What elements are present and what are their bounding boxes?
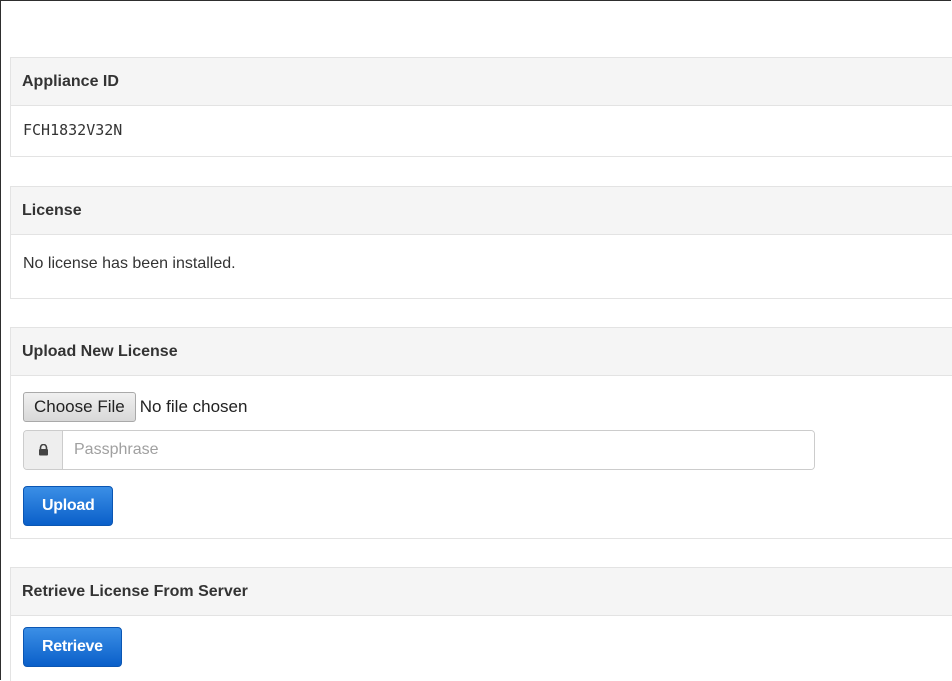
file-picker: Choose File No file chosen <box>23 392 247 422</box>
retrieve-license-panel: Retrieve License From Server Retrieve <box>10 567 952 681</box>
upload-button[interactable]: Upload <box>23 486 114 526</box>
license-body: No license has been installed. <box>11 235 952 293</box>
license-panel: License No license has been installed. <box>10 186 952 299</box>
appliance-id-panel: Appliance ID FCH1832V32N <box>10 57 952 157</box>
retrieve-license-heading: Retrieve License From Server <box>11 568 952 616</box>
choose-file-button[interactable]: Choose File <box>23 392 136 422</box>
appliance-id-heading: Appliance ID <box>11 58 952 106</box>
license-heading: License <box>11 187 952 235</box>
passphrase-input-group <box>23 430 815 470</box>
file-status-text: No file chosen <box>139 397 248 416</box>
passphrase-input[interactable] <box>63 431 814 469</box>
appliance-id-body: FCH1832V32N <box>11 106 952 154</box>
appliance-id-value: FCH1832V32N <box>23 121 123 139</box>
retrieve-button[interactable]: Retrieve <box>23 627 122 667</box>
upload-license-body: Choose File No file chosen Upload <box>11 376 952 538</box>
lock-icon <box>24 431 63 469</box>
license-status-text: No license has been installed. <box>23 255 236 272</box>
retrieve-license-body: Retrieve <box>11 616 952 680</box>
upload-license-panel: Upload New License Choose File No file c… <box>10 327 952 539</box>
upload-license-heading: Upload New License <box>11 328 952 376</box>
